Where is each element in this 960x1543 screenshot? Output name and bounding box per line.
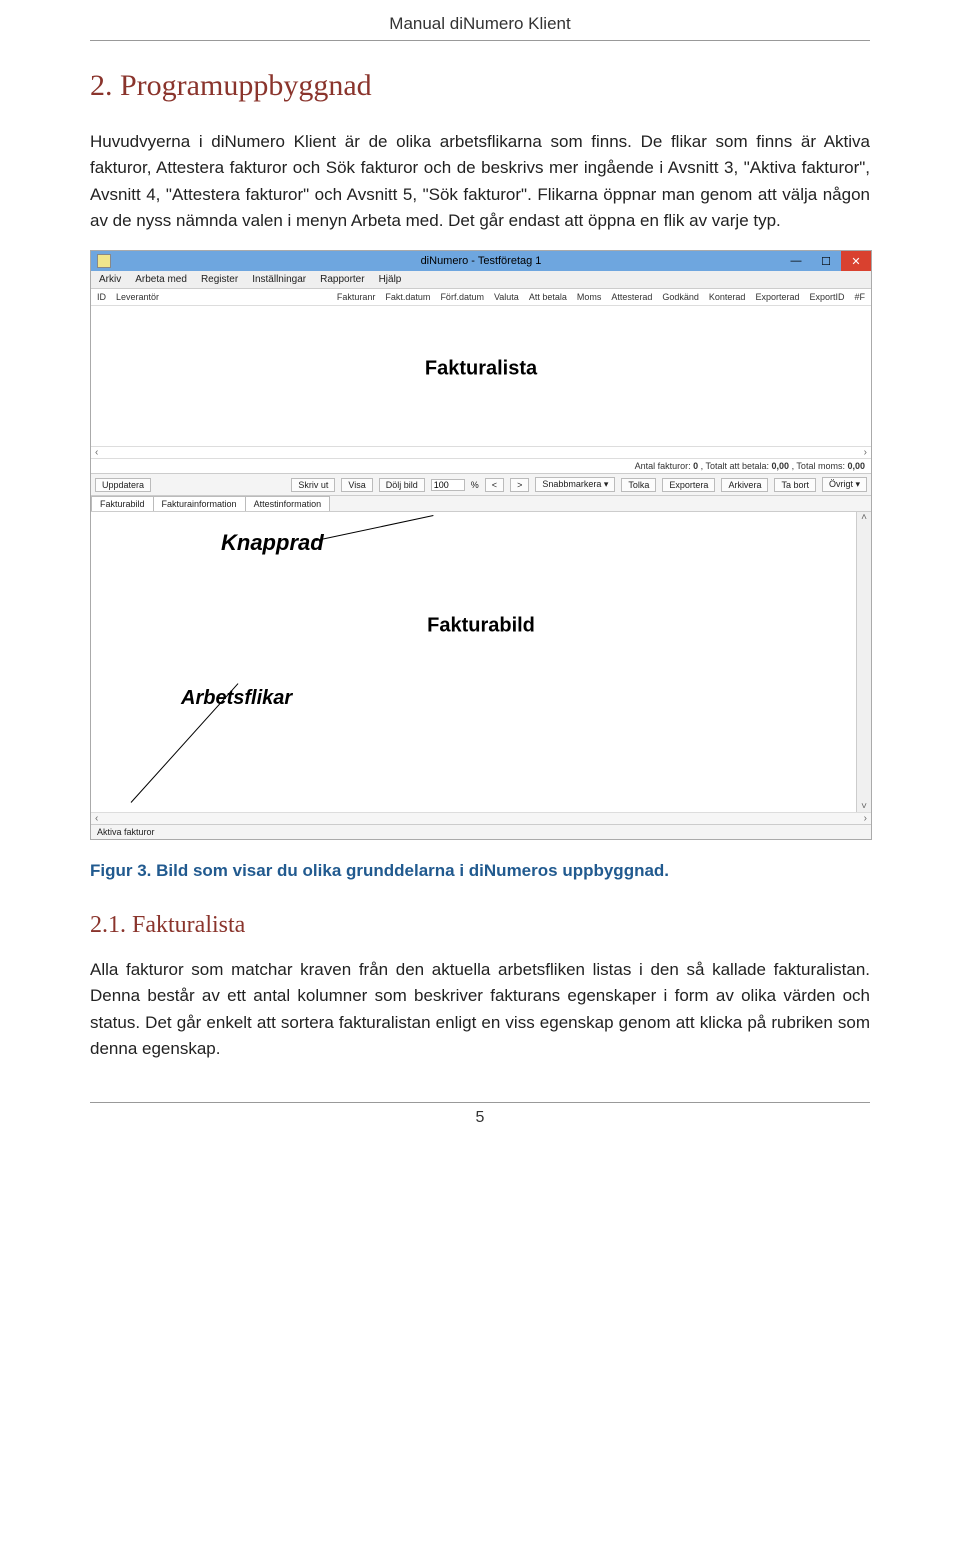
col[interactable]: ID: [97, 292, 106, 302]
invoice-list-area: Fakturalista: [91, 306, 871, 446]
close-button[interactable]: ✕: [841, 251, 871, 271]
hscroll-list[interactable]: ‹›: [91, 446, 871, 458]
status-line: Antal fakturor: 0 , Totalt att betala: 0…: [91, 458, 871, 473]
arkivera-button[interactable]: Arkivera: [721, 478, 768, 492]
col[interactable]: Leverantör: [116, 292, 327, 302]
menu-item[interactable]: Inställningar: [252, 274, 306, 285]
preview-area: ˄˅ Knapprad Fakturabild Arbetsflikar: [91, 512, 871, 812]
tab-fakturainformation[interactable]: Fakturainformation: [153, 496, 246, 511]
uppdatera-button[interactable]: Uppdatera: [95, 478, 151, 492]
titlebar: diNumero - Testföretag 1 — ☐ ✕: [91, 251, 871, 271]
minimize-button[interactable]: —: [781, 251, 811, 271]
col[interactable]: Attesterad: [611, 292, 652, 302]
menu-item[interactable]: Arkiv: [99, 274, 121, 285]
top-rule: [90, 40, 870, 41]
ovrigt-button[interactable]: Övrigt ▾: [822, 477, 867, 492]
col[interactable]: ExportID: [809, 292, 844, 302]
window-title: diNumero - Testföretag 1: [91, 255, 871, 267]
app-window-figure: diNumero - Testföretag 1 — ☐ ✕ Arkiv Arb…: [90, 250, 872, 840]
col[interactable]: Förf.datum: [440, 292, 484, 302]
menu-item[interactable]: Hjälp: [379, 274, 402, 285]
doljbild-button[interactable]: Dölj bild: [379, 478, 425, 492]
worksheet-tab[interactable]: Aktiva fakturor: [91, 824, 871, 839]
col[interactable]: Konterad: [709, 292, 746, 302]
snabbmarkera-button[interactable]: Snabbmarkera ▾: [535, 477, 615, 492]
subsection-heading: 2.1. Fakturalista: [90, 912, 870, 939]
subsection-paragraph: Alla fakturor som matchar kraven från de…: [90, 957, 870, 1062]
bottom-rule: [90, 1102, 870, 1103]
menu-item[interactable]: Rapporter: [320, 274, 364, 285]
section-heading: 2. Programuppbyggnad: [90, 69, 870, 103]
next-button[interactable]: >: [510, 478, 529, 492]
col[interactable]: Att betala: [529, 292, 567, 302]
annotation-fakturalista: Fakturalista: [425, 358, 537, 381]
skrivut-button[interactable]: Skriv ut: [291, 478, 335, 492]
section-paragraph: Huvudvyerna i diNumero Klient är de olik…: [90, 129, 870, 234]
pointer-line: [316, 515, 434, 541]
tab-fakturabild[interactable]: Fakturabild: [91, 496, 154, 511]
col[interactable]: #F: [854, 292, 865, 302]
page-number: 5: [90, 1109, 870, 1147]
vscroll[interactable]: ˄˅: [856, 512, 871, 812]
detail-tabs: Fakturabild Fakturainformation Attestinf…: [91, 496, 871, 512]
tolka-button[interactable]: Tolka: [621, 478, 656, 492]
col[interactable]: Fakt.datum: [385, 292, 430, 302]
exportera-button[interactable]: Exportera: [662, 478, 715, 492]
col[interactable]: Valuta: [494, 292, 519, 302]
visa-button[interactable]: Visa: [341, 478, 372, 492]
annotation-arbetsflikar: Arbetsflikar: [181, 687, 292, 710]
col[interactable]: Fakturanr: [337, 292, 376, 302]
figure-caption: Figur 3. Bild som visar du olika grundde…: [90, 858, 870, 884]
zoom-unit: %: [471, 480, 479, 490]
menubar: Arkiv Arbeta med Register Inställningar …: [91, 271, 871, 289]
tabort-button[interactable]: Ta bort: [774, 478, 816, 492]
hscroll-preview[interactable]: ‹›: [91, 812, 871, 824]
toolbar: Uppdatera Skriv ut Visa Dölj bild % < > …: [91, 473, 871, 496]
annotation-fakturabild: Fakturabild: [427, 615, 535, 638]
prev-button[interactable]: <: [485, 478, 504, 492]
annotation-knapprad: Knapprad: [221, 530, 324, 556]
col[interactable]: Moms: [577, 292, 602, 302]
col[interactable]: Exporterad: [755, 292, 799, 302]
column-headers: ID Leverantör Fakturanr Fakt.datum Förf.…: [91, 289, 871, 306]
running-header: Manual diNumero Klient: [90, 0, 870, 40]
maximize-button[interactable]: ☐: [811, 251, 841, 271]
tab-attestinformation[interactable]: Attestinformation: [245, 496, 331, 511]
col[interactable]: Godkänd: [662, 292, 699, 302]
zoom-input[interactable]: [431, 479, 465, 491]
menu-item[interactable]: Arbeta med: [135, 274, 187, 285]
menu-item[interactable]: Register: [201, 274, 238, 285]
